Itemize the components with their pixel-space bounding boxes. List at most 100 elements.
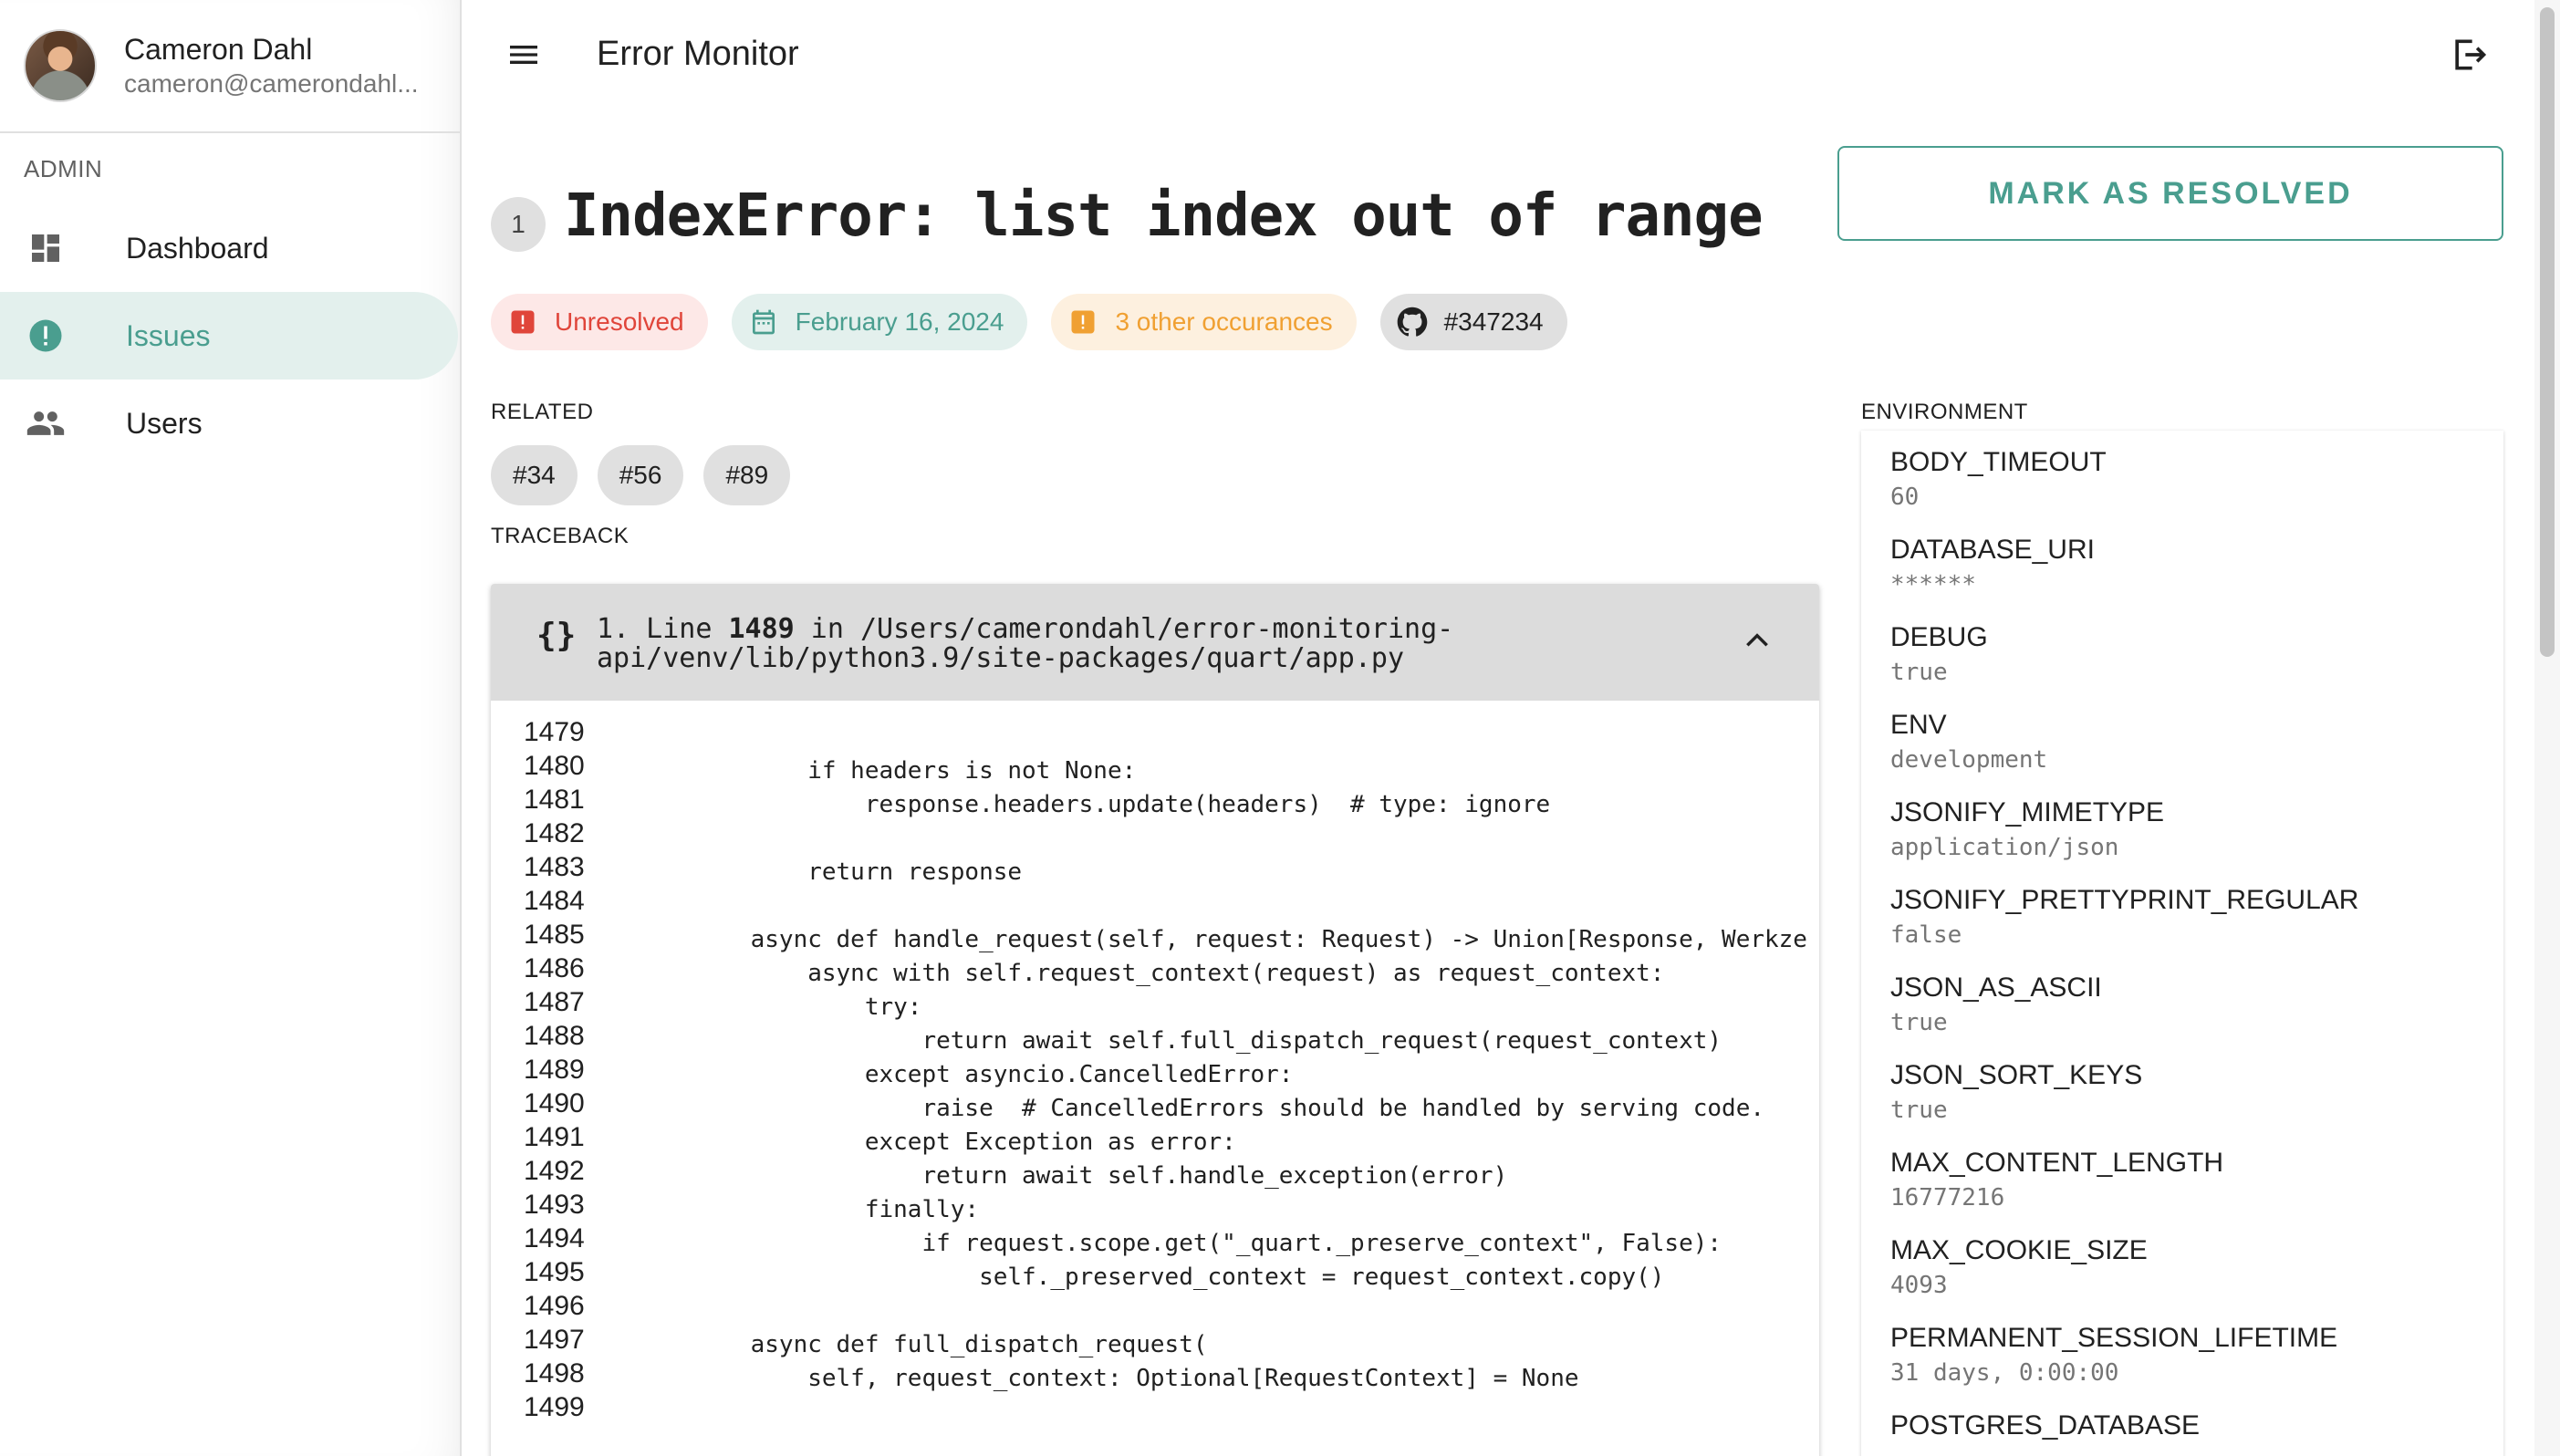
date-chip[interactable]: February 16, 2024 — [731, 294, 1028, 350]
sidebar: Cameron Dahl cameron@camerondahl... ADMI… — [0, 0, 462, 1456]
code-line: 1489 except asyncio.CancelledError: — [491, 1053, 1819, 1088]
line-number: 1489 — [524, 1055, 585, 1085]
frame-prefix: 1. Line — [597, 613, 729, 645]
warning-square-icon — [1067, 307, 1098, 338]
env-var-item: POSTGRES_DATABASE — [1861, 1394, 2503, 1456]
line-number: 1496 — [524, 1291, 585, 1321]
calendar-icon — [748, 307, 779, 338]
page-scrollbar[interactable] — [2534, 0, 2560, 1456]
env-var-value: true — [1890, 1097, 1948, 1124]
env-var-item: JSONIFY_PRETTYPRINT_REGULAR false — [1861, 868, 2503, 956]
error-title: IndexError: list index out of range — [564, 182, 1764, 250]
env-var-key: DEBUG — [1890, 622, 1988, 652]
traceback-frame-header[interactable]: {} 1. Line 1489 in /Users/camerondahl/er… — [491, 584, 1819, 701]
profile-text: Cameron Dahl cameron@camerondahl... — [124, 31, 419, 100]
line-number: 1484 — [524, 886, 585, 916]
code-line: 1497 async def full_dispatch_request( — [491, 1323, 1819, 1358]
mark-as-resolved-button[interactable]: MARK AS RESOLVED — [1837, 146, 2503, 241]
env-var-key: BODY_TIMEOUT — [1890, 447, 2107, 477]
code-line: 1481 response.headers.update(headers) # … — [491, 783, 1819, 818]
user-profile[interactable]: Cameron Dahl cameron@camerondahl... — [0, 0, 460, 133]
env-var-value: 16777216 — [1890, 1184, 2005, 1212]
sidebar-item-label: Users — [126, 406, 203, 440]
env-var-value: 31 days, 0:00:00 — [1890, 1359, 2119, 1387]
alert-circle-icon — [26, 316, 66, 356]
logout-icon — [2455, 39, 2487, 70]
sidebar-section-label: ADMIN — [24, 155, 103, 182]
line-number: 1486 — [524, 953, 585, 983]
code-line: 1492 return await self.handle_exception(… — [491, 1154, 1819, 1190]
code-line: 1493 finally: — [491, 1188, 1819, 1223]
related-issue-chip[interactable]: #34 — [491, 445, 578, 505]
status-chip[interactable]: Unresolved — [491, 294, 708, 350]
line-number: 1479 — [524, 717, 585, 747]
env-var-value: 60 — [1890, 484, 1920, 511]
traceback-label: TRACEBACK — [491, 524, 630, 548]
date-text: February 16, 2024 — [795, 307, 1004, 336]
github-chip[interactable]: #347234 — [1379, 294, 1567, 350]
dashboard-icon — [26, 228, 66, 268]
env-var-key: ENV — [1890, 710, 1947, 740]
line-number: 1487 — [524, 987, 585, 1017]
logout-button[interactable] — [2449, 35, 2492, 80]
line-number: 1482 — [524, 818, 585, 848]
sidebar-item-users[interactable]: Users — [0, 380, 458, 467]
env-var-key: DATABASE_URI — [1890, 535, 2095, 565]
hamburger-menu-icon — [510, 46, 537, 64]
sidebar-item-label: Issues — [126, 318, 211, 352]
line-number: 1490 — [524, 1088, 585, 1118]
chevron-up-icon[interactable] — [1743, 629, 1772, 651]
line-number: 1480 — [524, 751, 585, 781]
avatar — [24, 29, 97, 102]
sidebar-item-issues[interactable]: Issues — [0, 292, 458, 380]
line-number: 1492 — [524, 1156, 585, 1186]
related-label: RELATED — [491, 400, 594, 424]
related-issue-chip[interactable]: #56 — [597, 445, 684, 505]
code-braces-icon: {} — [536, 617, 577, 654]
related-issues: #34 #56 #89 — [491, 445, 791, 505]
app-root: Cameron Dahl cameron@camerondahl... ADMI… — [0, 0, 2560, 1456]
environment-panel: BODY_TIMEOUT 60 DATABASE_URI ****** DEBUG tru… — [1861, 431, 2503, 1456]
line-number: 1488 — [524, 1021, 585, 1051]
line-number: 1498 — [524, 1358, 585, 1388]
occurrences-text: 3 other occurances — [1115, 307, 1333, 336]
env-var-value: ****** — [1890, 571, 1976, 598]
page-title: Error Monitor — [597, 35, 799, 73]
related-issue-chip[interactable]: #89 — [703, 445, 791, 505]
scrollbar-thumb[interactable] — [2540, 7, 2555, 657]
issue-chips: Unresolved February 16, 2024 3 other occ… — [491, 294, 1567, 350]
env-var-item: JSON_SORT_KEYS true — [1861, 1044, 2503, 1131]
code-line: 1482 — [491, 816, 1819, 850]
code-line: 1490 raise # CancelledErrors should be h… — [491, 1087, 1819, 1122]
code-line: 1499 — [491, 1390, 1819, 1424]
code-line: 1498 self, request_context: Optional[Req… — [491, 1357, 1819, 1392]
env-var-key: JSONIFY_PRETTYPRINT_REGULAR — [1890, 885, 2359, 915]
env-var-key: POSTGRES_DATABASE — [1890, 1410, 2200, 1440]
code-line: 1485 async def handle_request(self, requ… — [491, 918, 1819, 953]
occurrence-count-badge: 1 — [491, 197, 546, 252]
github-issue-text: #347234 — [1443, 307, 1544, 336]
frame-line-number: 1489 — [728, 613, 795, 645]
occurrences-chip[interactable]: 3 other occurances — [1051, 294, 1357, 350]
user-email: cameron@camerondahl... — [124, 69, 419, 98]
environment-label: ENVIRONMENT — [1861, 400, 2028, 424]
users-icon — [26, 403, 66, 443]
line-number: 1493 — [524, 1190, 585, 1220]
user-name: Cameron Dahl — [124, 33, 313, 66]
env-var-item: BODY_TIMEOUT 60 — [1861, 431, 2503, 518]
code-line: 1480 if headers is not None: — [491, 749, 1819, 785]
line-number: 1483 — [524, 852, 585, 882]
menu-button[interactable] — [505, 36, 553, 78]
env-var-key: MAX_COOKIE_SIZE — [1890, 1235, 2148, 1265]
line-number: 1495 — [524, 1257, 585, 1287]
top-bar: Error Monitor — [463, 0, 2533, 115]
env-var-item: JSON_AS_ASCII true — [1861, 956, 2503, 1044]
env-var-item: ENV development — [1861, 693, 2503, 781]
env-var-item: DATABASE_URI ****** — [1861, 518, 2503, 606]
code-line: 1491 except Exception as error: — [491, 1120, 1819, 1156]
line-number: 1499 — [524, 1392, 585, 1422]
code-line: 1495 self._preserved_context = request_c… — [491, 1255, 1819, 1291]
env-var-item: PERMANENT_SESSION_LIFETIME 31 days, 0:00:… — [1861, 1306, 2503, 1394]
sidebar-item-dashboard[interactable]: Dashboard — [0, 204, 458, 292]
env-var-value: 4093 — [1890, 1272, 1948, 1299]
